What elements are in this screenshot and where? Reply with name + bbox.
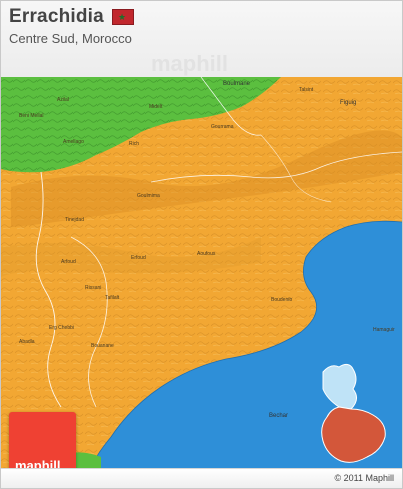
- map-title: Errachidia: [9, 6, 104, 27]
- label-figuig: Figuig: [340, 100, 357, 106]
- label-rich: Rich: [129, 141, 140, 147]
- label-arfoud: Arfoud: [61, 259, 76, 265]
- watermark: maphill: [151, 51, 229, 76]
- label-boudenib: Boudenib: [271, 297, 293, 303]
- map-frame: Errachidia ★ Centre Sud, Morocco maphill: [0, 0, 403, 489]
- label-abadla: Abadla: [19, 339, 35, 345]
- label-erfoud: Erfoud: [131, 255, 146, 261]
- map-subtitle: Centre Sud, Morocco: [9, 31, 132, 46]
- label-talsint: Talsint: [299, 87, 314, 93]
- label-goulmima: Goulmima: [137, 193, 160, 199]
- label-midelt: Midelt: [149, 104, 163, 110]
- label-erg: Erg Chebbi: [49, 325, 75, 331]
- label-bechar: Bechar: [269, 413, 289, 419]
- label-hamaguir: Hamaguir: [373, 327, 395, 333]
- label-beni-mellal: Beni Mellal: [19, 113, 44, 119]
- label-tinejdad: Tinejdad: [65, 217, 84, 223]
- label-aoufous: Aoufous: [197, 251, 216, 257]
- copyright-text: © 2011 Maphill: [334, 473, 395, 483]
- map-footer: © 2011 Maphill: [1, 468, 402, 488]
- label-boulmane: Boulmane: [223, 81, 251, 87]
- map-area[interactable]: Boulmane Figuig Talsint Beni Mellal Azil…: [1, 77, 402, 468]
- morocco-flag-icon: ★: [112, 9, 134, 25]
- label-gourrama: Gourrama: [211, 124, 234, 130]
- label-bouanane: Bouanane: [91, 343, 114, 349]
- label-amellago: Amellago: [63, 139, 84, 145]
- label-rissani: Rissani: [85, 285, 102, 291]
- map-canvas: [1, 77, 402, 468]
- label-azilal: Azilal: [57, 97, 69, 103]
- map-header: Errachidia ★ Centre Sud, Morocco maphill: [1, 1, 402, 77]
- label-tafilalt: Tafilalt: [105, 295, 120, 301]
